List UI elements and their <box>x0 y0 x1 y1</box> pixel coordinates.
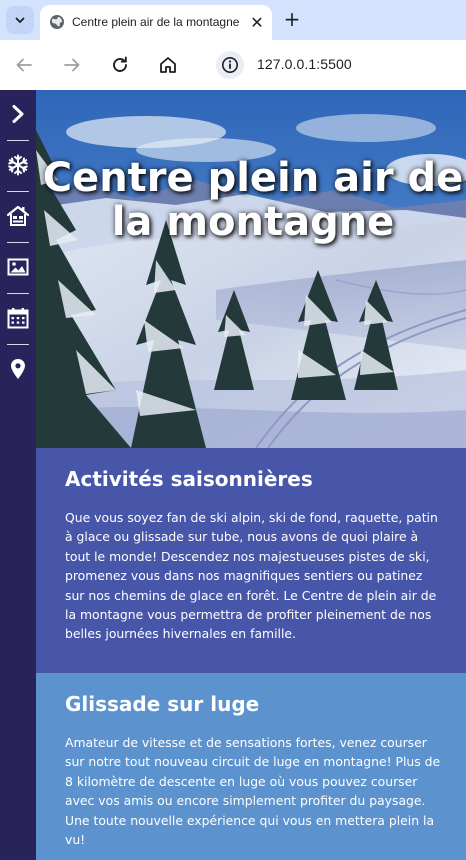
chevron-right-icon <box>12 105 24 123</box>
reload-icon <box>113 56 127 72</box>
back-arrow-icon <box>16 58 32 72</box>
home-button[interactable] <box>153 50 183 80</box>
browser-toolbar: 127.0.0.1:5500 <box>0 40 466 90</box>
sidebar-item-toggle[interactable] <box>0 94 36 134</box>
close-tab-button[interactable]: ✕ <box>246 11 268 33</box>
site-info-button[interactable] <box>216 51 244 79</box>
sidebar-item-location[interactable] <box>0 349 36 389</box>
sidebar-item-lodging[interactable] <box>0 196 36 236</box>
sidebar-divider <box>7 293 29 294</box>
snowy-mountain-photo <box>36 90 466 448</box>
lodge-icon <box>6 205 30 226</box>
sidebar-item-gallery[interactable] <box>0 247 36 287</box>
chevron-down-icon <box>15 17 25 23</box>
tab-strip: Centre plein air de la montagne ✕ + <box>0 0 466 40</box>
address-bar[interactable]: 127.0.0.1:5500 <box>206 47 466 83</box>
image-icon <box>7 258 29 276</box>
page-content: Centre plein air de la montagne Activité… <box>0 90 466 860</box>
new-tab-button[interactable]: + <box>281 8 303 30</box>
section-text: Amateur de vitesse et de sensations fort… <box>65 735 441 848</box>
section-seasonal-activities: Activités saisonnières Que vous soyez fa… <box>36 448 466 673</box>
location-pin-icon <box>11 359 25 379</box>
sidebar-divider <box>7 191 29 192</box>
home-icon <box>160 57 176 73</box>
forward-button[interactable] <box>57 50 87 80</box>
section-title: Activités saisonnières <box>65 467 313 491</box>
back-button[interactable] <box>9 50 39 80</box>
tab-title: Centre plein air de la montagne <box>72 15 240 29</box>
sidebar-item-calendar[interactable] <box>0 298 36 338</box>
hero-banner: Centre plein air de la montagne <box>36 90 466 448</box>
calendar-icon <box>7 308 29 329</box>
url-text: 127.0.0.1:5500 <box>257 56 352 72</box>
section-sled-ride: Glissade sur luge Amateur de vitesse et … <box>36 673 466 860</box>
globe-icon <box>50 15 64 29</box>
sidebar-item-activities[interactable] <box>0 145 36 185</box>
section-text: Que vous soyez fan de ski alpin, ski de … <box>65 510 438 642</box>
sidebar-divider <box>7 242 29 243</box>
section-title: Glissade sur luge <box>65 692 260 716</box>
sidebar <box>0 90 36 860</box>
hero-title: Centre plein air de la montagne <box>42 155 464 245</box>
reload-button[interactable] <box>105 50 135 80</box>
snowflake-icon <box>8 154 28 176</box>
info-icon <box>222 57 238 73</box>
sidebar-divider <box>7 344 29 345</box>
sidebar-divider <box>7 140 29 141</box>
forward-arrow-icon <box>64 58 80 72</box>
tab-search-button[interactable] <box>6 6 34 34</box>
browser-tab[interactable]: Centre plein air de la montagne ✕ <box>40 5 272 40</box>
